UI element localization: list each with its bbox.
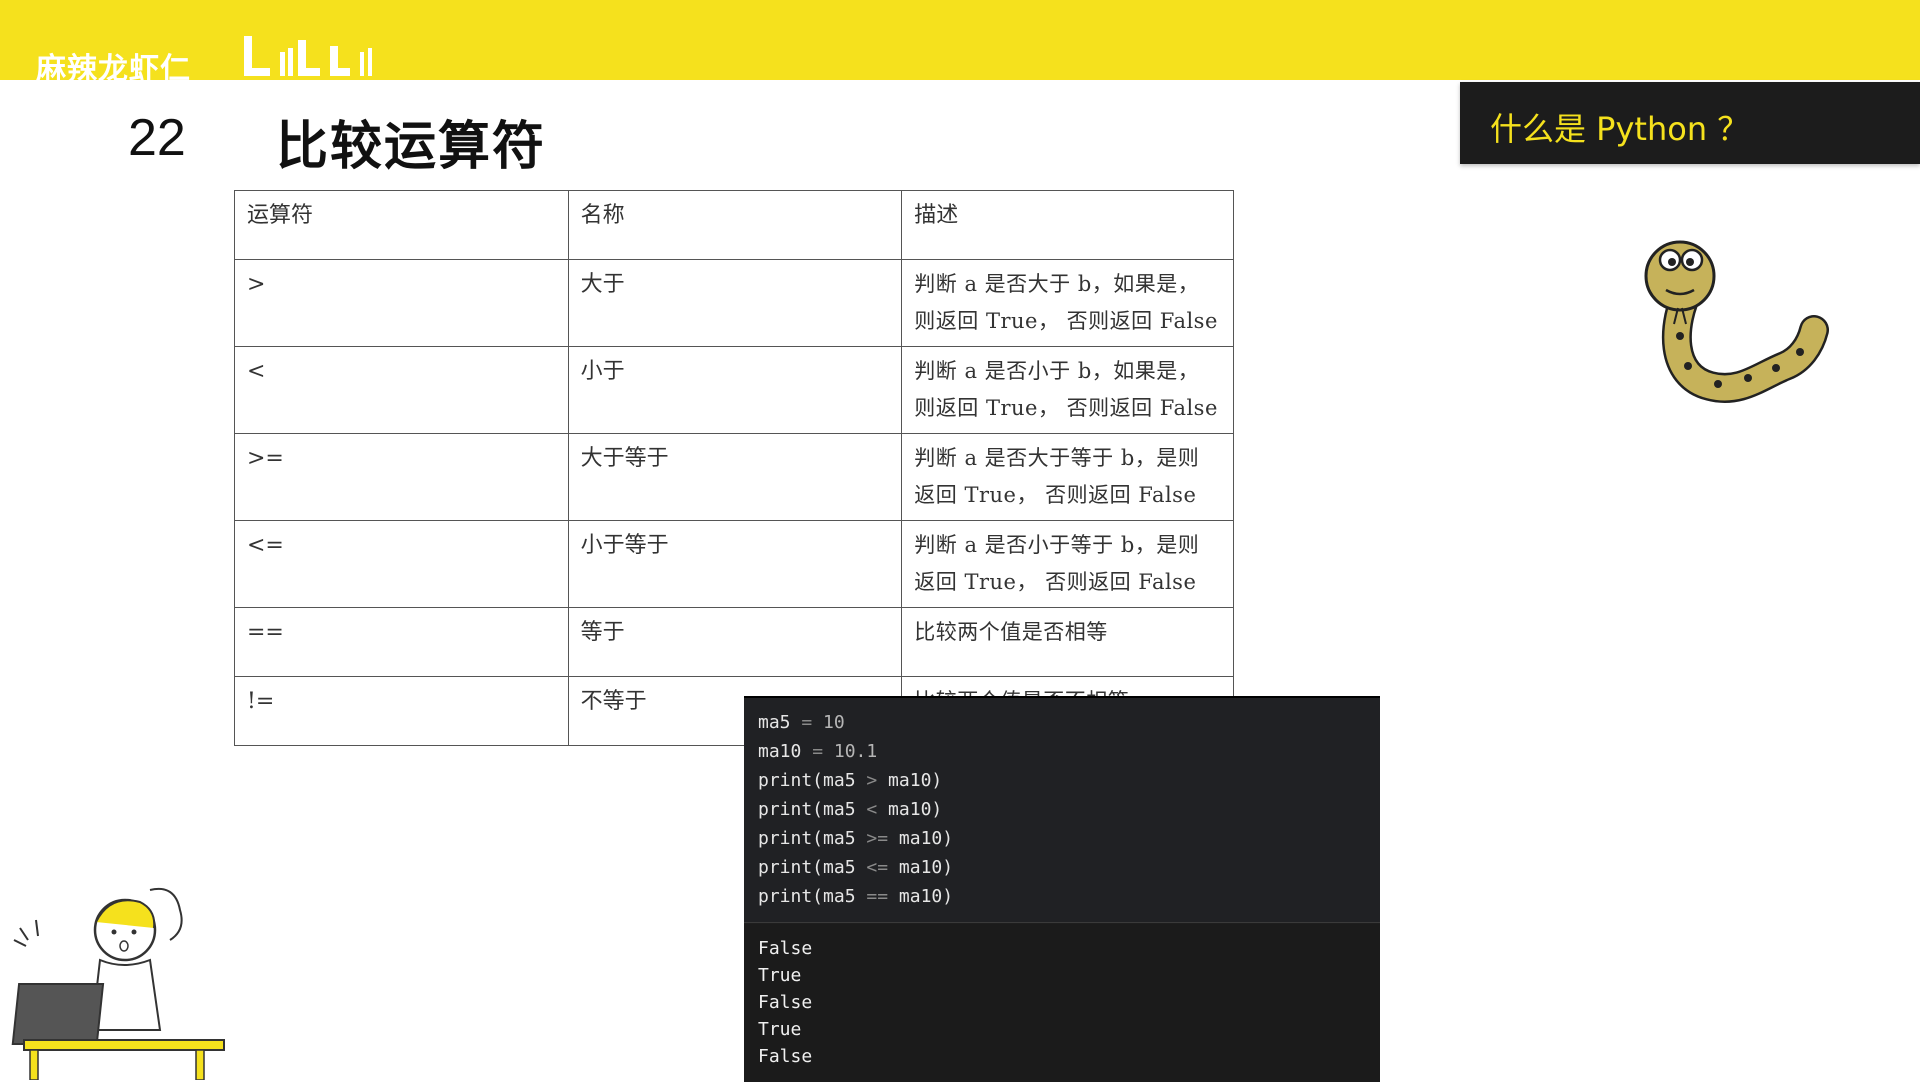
description-cell: 比较两个值是否相等 [901,607,1234,677]
brand-marks-icon [244,36,372,76]
code-number: 10 [823,712,845,733]
code-line: print(ma5 >= ma10) [758,828,953,857]
output-line: False [758,992,813,1013]
slide-title: 比较运算符 [276,117,547,177]
code-text: ma5 [758,712,802,733]
name-cell: 大于等于 [567,433,903,521]
code-text: ma10) [877,770,943,791]
code-line: ma5 = 10 [758,712,845,741]
code-operator: == [866,886,889,907]
code-line: ma10 = 10.1 [758,741,877,770]
operator-table: 运算符 名称 描述 > 大于 判断 a 是否大于 b，如果是， 则返回 True，… [234,190,1234,746]
description-line: 则返回 True， 否则返回 False [914,396,1218,420]
header-operator: 运算符 [234,190,569,260]
girl-laptop-icon [11,888,225,1080]
slide-number: 22 [128,109,186,167]
operator-cell: <= [234,520,569,608]
name-cell: 小于 [567,346,903,434]
code-text: ma10) [888,886,954,907]
code-text: ma10 [758,741,813,762]
brand-logo-text: 麻辣龙虾仁 [36,52,191,80]
top-banner: 麻辣龙虾仁 [0,0,1920,80]
code-text: print(ma5 [758,770,867,791]
table-row: == 等于 比较两个值是否相等 [234,607,1234,677]
description-line: 判断 a 是否小于等于 b，是则 [914,533,1200,557]
code-text: print(ma5 [758,857,867,878]
code-line: print(ma5 <= ma10) [758,857,953,886]
description-line: 则返回 True， 否则返回 False [914,309,1218,333]
table-row: >= 大于等于 判断 a 是否大于等于 b，是则 返回 True， 否则返回 Fa… [234,433,1234,521]
code-panel: ma5 = 10 ma10 = 10.1 print(ma5 > ma10) p… [744,696,1380,1082]
description-cell: 判断 a 是否大于等于 b，是则 返回 True， 否则返回 False [901,433,1234,521]
output-line: True [758,1019,802,1040]
table-row: < 小于 判断 a 是否小于 b，如果是， 则返回 True， 否则返回 Fals… [234,346,1234,434]
name-cell: 小于等于 [567,520,903,608]
table-row: <= 小于等于 判断 a 是否小于等于 b，是则 返回 True， 否则返回 Fa… [234,520,1234,608]
table-header-row: 运算符 名称 描述 [234,190,1234,260]
code-output: False True False True False [744,924,1380,1082]
code-operator: > [866,770,878,791]
code-operator: >= [866,828,889,849]
code-text: ma10) [888,857,954,878]
code-operator: = [801,712,813,733]
code-line: print(ma5 > ma10) [758,770,942,799]
output-line: False [758,1046,813,1067]
description-line: 判断 a 是否大于等于 b，是则 [914,446,1200,470]
description-line: 判断 a 是否大于 b，如果是， [914,272,1200,296]
description-cell: 判断 a 是否大于 b，如果是， 则返回 True， 否则返回 False [901,259,1234,347]
code-operator: < [866,799,878,820]
operator-cell: != [234,676,569,746]
code-operator: <= [866,857,889,878]
description-line: 判断 a 是否小于 b，如果是， [914,359,1200,383]
operator-cell: < [234,346,569,434]
operator-cell: >= [234,433,569,521]
output-line: True [758,965,802,986]
description-line: 返回 True， 否则返回 False [914,570,1197,594]
operator-cell: > [234,259,569,347]
topic-label-box: 什么是 Python ？ [1460,82,1920,164]
code-source: ma5 = 10 ma10 = 10.1 print(ma5 > ma10) p… [744,698,1380,923]
code-number: 10.1 [833,741,878,762]
code-line: print(ma5 < ma10) [758,799,942,828]
description-line: 返回 True， 否则返回 False [914,483,1197,507]
description-line: 比较两个值是否相等 [914,620,1108,644]
code-operator: = [812,741,824,762]
header-name: 名称 [567,190,903,260]
output-line: False [758,938,813,959]
name-cell: 大于 [567,259,903,347]
operator-cell: == [234,607,569,677]
code-text: ma10) [888,828,954,849]
code-line: print(ma5 == ma10) [758,886,953,915]
snake-icon [1644,240,1829,403]
header-description: 描述 [901,190,1234,260]
name-cell: 等于 [567,607,903,677]
topic-label: 什么是 Python ？ [1490,110,1750,148]
code-text: print(ma5 [758,799,867,820]
code-text: ma10) [877,799,943,820]
code-text: print(ma5 [758,886,867,907]
code-text: print(ma5 [758,828,867,849]
description-cell: 判断 a 是否小于 b，如果是， 则返回 True， 否则返回 False [901,346,1234,434]
table-row: > 大于 判断 a 是否大于 b，如果是， 则返回 True， 否则返回 Fals… [234,259,1234,347]
description-cell: 判断 a 是否小于等于 b，是则 返回 True， 否则返回 False [901,520,1234,608]
